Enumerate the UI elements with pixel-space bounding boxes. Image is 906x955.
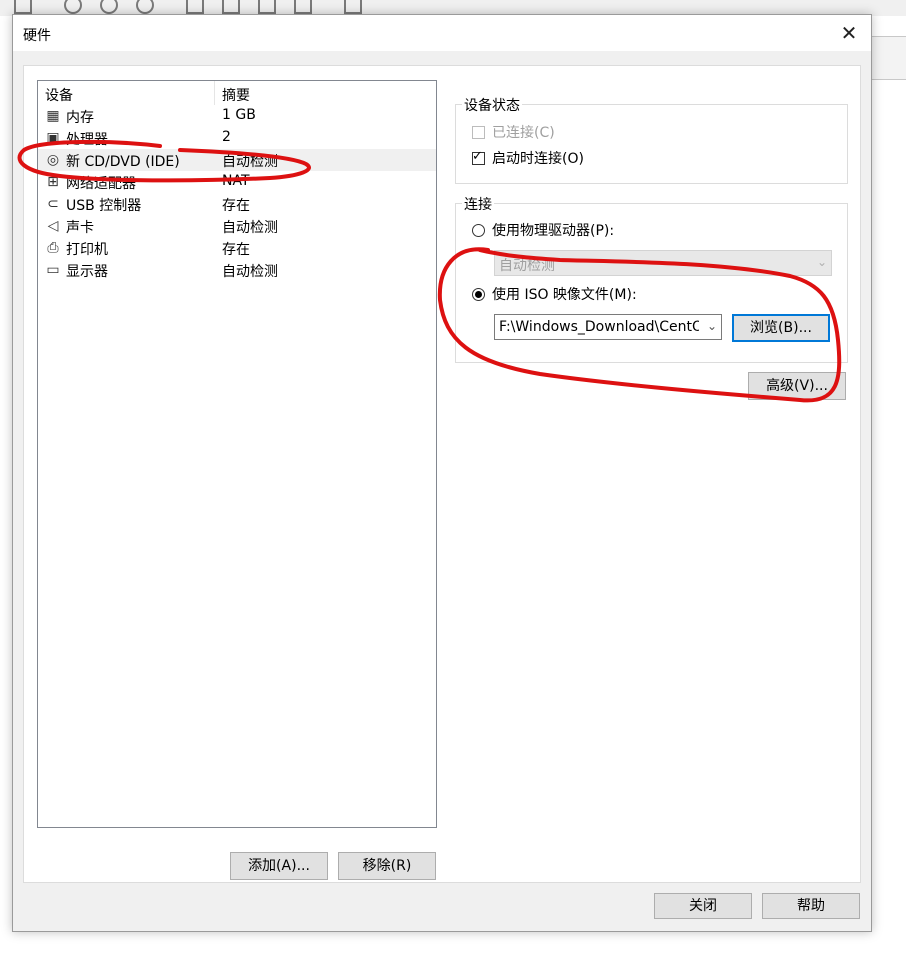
network-adapter-icon: ⊞ (47, 174, 59, 190)
iso-image-label: 使用 ISO 映像文件(M): (492, 287, 637, 303)
close-button[interactable]: 关闭 (654, 893, 752, 919)
help-button[interactable]: 帮助 (762, 893, 860, 919)
add-device-button[interactable]: 添加(A)... (230, 852, 328, 880)
processor-icon: ▣ (46, 130, 60, 146)
device-summary: 自动检测 (222, 220, 278, 236)
device-summary: 自动检测 (222, 264, 278, 280)
cd-dvd-icon: ◎ (46, 152, 60, 168)
usb-icon: ⊂ (47, 196, 59, 212)
device-row[interactable]: ⊂ USB 控制器 存在 (38, 193, 436, 215)
device-summary: 1 GB (222, 107, 256, 123)
remove-device-button[interactable]: 移除(R) (338, 852, 436, 880)
iso-image-radio[interactable] (472, 288, 485, 301)
physical-drive-label: 使用物理驱动器(P): (492, 223, 615, 239)
device-name: 声卡 (66, 220, 94, 236)
device-summary: NAT (222, 173, 250, 189)
iso-path-value: F:\Windows_Download\CentOS (499, 319, 699, 335)
device-name: 新 CD/DVD (IDE) (66, 154, 180, 170)
device-name: USB 控制器 (66, 198, 142, 214)
clock-icon (100, 0, 118, 14)
connection-group: 连接 使用物理驱动器(P): 自动检测 ⌄ 使用 ISO 映像文件(M): F:… (455, 194, 848, 363)
device-name: 内存 (66, 110, 94, 126)
column-header-summary[interactable]: 摘要 (222, 85, 250, 105)
dialog-body: 设备 摘要 ▦ 内存 1 GB ▣ 处理器 2 ◎ 新 CD/DVD (IDE) 自动检测 ⊞ 网络… (13, 51, 871, 931)
hardware-dialog: 硬件 ✕ 设备 摘要 ▦ 内存 1 GB ▣ 处理器 2 ◎ 新 CD/DVD (IDE) 自动… (12, 14, 872, 932)
device-row[interactable]: ◁ 声卡 自动检测 (38, 215, 436, 237)
device-row[interactable]: ◎ 新 CD/DVD (IDE) 自动检测 (38, 149, 436, 171)
physical-drive-select: 自动检测 ⌄ (494, 250, 832, 276)
device-summary: 存在 (222, 242, 250, 258)
connected-label: 已连接(C) (492, 125, 555, 141)
connection-title: 连接 (462, 194, 494, 214)
check-icon: ✓ (472, 149, 483, 164)
hardware-panel: 设备 摘要 ▦ 内存 1 GB ▣ 处理器 2 ◎ 新 CD/DVD (IDE) 自动检测 ⊞ 网络… (23, 65, 861, 883)
dialog-title: 硬件 (23, 28, 51, 44)
chevron-down-icon: ⌄ (816, 255, 827, 269)
column-header-device[interactable]: 设备 (45, 85, 73, 105)
device-status-group: 设备状态 已连接(C) ✓ 启动时连接(O) (455, 95, 848, 184)
display-icon: ▭ (46, 262, 60, 278)
advanced-button[interactable]: 高级(V)... (748, 372, 846, 400)
toolbar-icon (14, 0, 32, 14)
physical-drive-radio[interactable] (472, 224, 485, 237)
close-icon[interactable]: ✕ (835, 19, 863, 47)
device-name: 显示器 (66, 264, 108, 280)
fullscreen-icon (258, 0, 276, 14)
device-status-title: 设备状态 (462, 95, 522, 115)
device-name: 网络适配器 (66, 176, 136, 192)
device-row[interactable]: ▣ 处理器 2 (38, 127, 436, 149)
device-name: 处理器 (66, 132, 108, 148)
device-list-header: 设备 摘要 (38, 81, 436, 105)
title-bar: 硬件 ✕ (13, 15, 871, 51)
device-name: 打印机 (66, 242, 108, 258)
clock-icon (136, 0, 154, 14)
device-row[interactable]: ⊞ 网络适配器 NAT (38, 171, 436, 193)
iso-path-combobox[interactable]: F:\Windows_Download\CentOS ⌄ (494, 314, 722, 340)
no-fullscreen-icon (294, 0, 312, 14)
device-list[interactable]: 设备 摘要 ▦ 内存 1 GB ▣ 处理器 2 ◎ 新 CD/DVD (IDE) 自动检测 ⊞ 网络… (37, 80, 437, 828)
device-rows: ▦ 内存 1 GB ▣ 处理器 2 ◎ 新 CD/DVD (IDE) 自动检测 ⊞ 网络适配器 NAT… (38, 105, 436, 281)
browse-button[interactable]: 浏览(B)... (732, 314, 830, 342)
radio-dot (475, 291, 482, 298)
connected-checkbox[interactable] (472, 126, 485, 139)
device-row[interactable]: ⎙ 打印机 存在 (38, 237, 436, 259)
sound-icon: ◁ (47, 218, 59, 234)
device-row[interactable]: ▭ 显示器 自动检测 (38, 259, 436, 281)
connect-at-power-on-label: 启动时连接(O) (492, 151, 584, 167)
connect-at-power-on-checkbox[interactable]: ✓ (472, 149, 485, 165)
printer-icon: ⎙ (47, 240, 59, 256)
column-divider[interactable] (214, 81, 215, 105)
physical-drive-value: 自动检测 (499, 258, 555, 274)
device-summary: 自动检测 (222, 154, 278, 170)
window-icon (222, 0, 240, 14)
device-row[interactable]: ▦ 内存 1 GB (38, 105, 436, 127)
chevron-down-icon[interactable]: ⌄ (707, 319, 717, 333)
console-icon (344, 0, 362, 14)
background-window-strip (870, 36, 906, 80)
layout-icon (186, 0, 204, 14)
memory-icon: ▦ (46, 108, 60, 124)
device-summary: 2 (222, 129, 231, 145)
device-summary: 存在 (222, 198, 250, 214)
clock-icon (64, 0, 82, 14)
